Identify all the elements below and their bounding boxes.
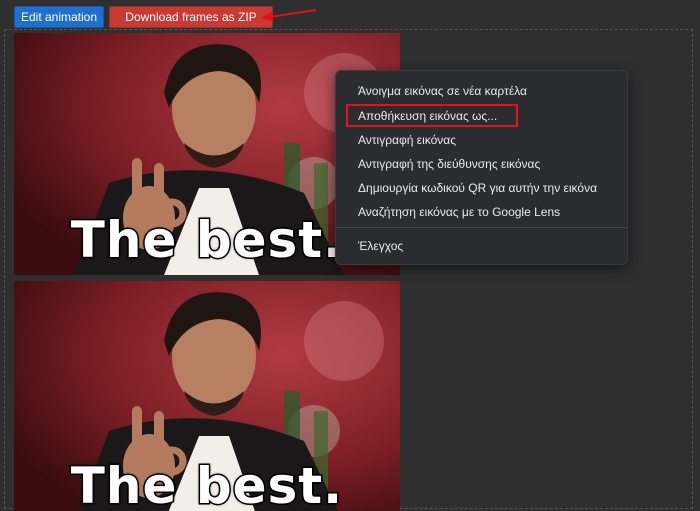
menu-item-create-qr-code[interactable]: Δημιουργία κωδικού QR για αυτήν την εικό…	[358, 178, 597, 198]
context-menu: Άνοιγμα εικόνας σε νέα καρτέλα Αποθήκευσ…	[335, 70, 628, 265]
menu-item-google-lens[interactable]: Αναζήτηση εικόνας με το Google Lens	[358, 202, 560, 222]
menu-separator	[336, 227, 627, 228]
annotation-highlight-box	[346, 104, 518, 127]
frame-caption: The best.	[69, 456, 344, 511]
menu-item-inspect[interactable]: Έλεγχος	[358, 236, 403, 256]
annotation-arrow	[260, 9, 317, 21]
edit-animation-button[interactable]: Edit animation	[14, 6, 104, 28]
menu-item-copy-image[interactable]: Αντιγραφή εικόνας	[358, 130, 456, 150]
menu-item-copy-image-address[interactable]: Αντιγραφή της διεύθυνσης εικόνας	[358, 154, 540, 174]
download-zip-button[interactable]: Download frames as ZIP	[109, 6, 273, 28]
animation-frame-2[interactable]: The best.	[14, 281, 400, 511]
menu-item-open-image-new-tab[interactable]: Άνοιγμα εικόνας σε νέα καρτέλα	[358, 81, 527, 101]
